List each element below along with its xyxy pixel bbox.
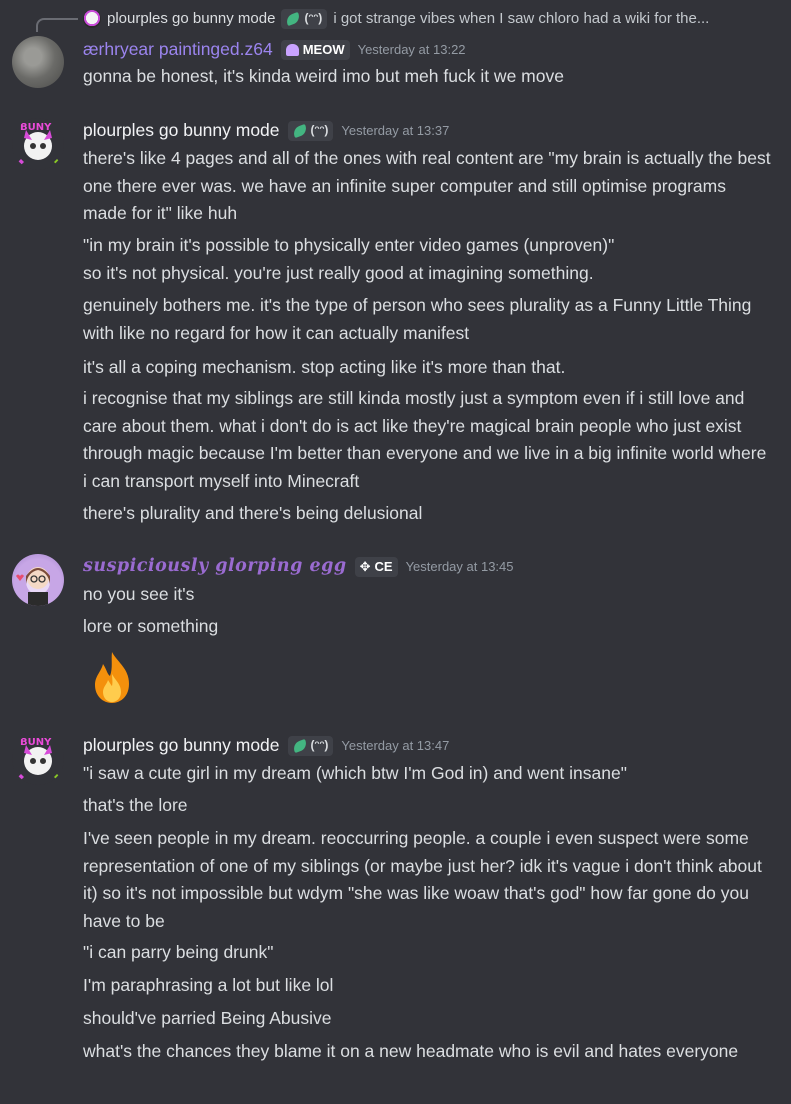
bunny-icon: (ᵔᵔ) [304, 11, 323, 26]
server-tag-label: MEOW [302, 42, 345, 58]
heart-icon [285, 44, 299, 56]
leaf-icon [285, 11, 302, 27]
message-text: that's the lore [83, 795, 188, 815]
message-text: gonna be honest, it's kinda weird imo bu… [83, 66, 564, 86]
reply-reference[interactable]: plourples go bunny mode (ᵔᵔ) i got stran… [83, 8, 709, 30]
author-name[interactable]: ærhryear paintinged.z64 [83, 36, 273, 64]
timestamp[interactable]: Yesterday at 13:45 [406, 553, 514, 581]
message-text: I've seen people in my dream. reoccurrin… [83, 828, 762, 931]
diamond-icon: ✥ [359, 559, 371, 575]
message-header: suspiciously glorping egg ✥ CE Yesterday … [83, 554, 514, 580]
server-tag[interactable]: ✥ CE [354, 557, 398, 577]
fire-emoji[interactable] [83, 648, 141, 706]
svg-text:BUNY: BUNY [20, 737, 52, 748]
leaf-icon [291, 738, 308, 754]
message-text: it's all a coping mechanism. stop acting… [83, 357, 566, 377]
message-text: i recognise that my siblings are still k… [83, 388, 767, 491]
reply-author[interactable]: plourples go bunny mode [107, 5, 275, 33]
message-text: what's the chances they blame it on a ne… [83, 1041, 739, 1061]
message-text: lore or something [83, 616, 219, 636]
message-header: plourples go bunny mode (ᵔᵔ) Yesterday a… [83, 118, 449, 144]
author-name[interactable]: suspiciously glorping egg [83, 553, 347, 581]
author-name[interactable]: plourples go bunny mode [83, 732, 280, 760]
reply-connector [36, 18, 78, 32]
leaf-icon [291, 123, 308, 139]
reply-preview-text[interactable]: i got strange vibes when I saw chloro ha… [333, 5, 709, 33]
role-badge: (ᵔᵔ) [287, 121, 334, 141]
avatar[interactable]: BUNY [12, 733, 64, 785]
avatar[interactable]: BUNY [12, 118, 64, 170]
role-badge: (ᵔᵔ) [287, 736, 334, 756]
svg-text:BUNY: BUNY [20, 122, 52, 133]
timestamp[interactable]: Yesterday at 13:47 [341, 732, 449, 760]
fire-icon [95, 652, 129, 703]
message-header: plourples go bunny mode (ᵔᵔ) Yesterday a… [83, 733, 449, 759]
message-text: I'm paraphrasing a lot but like lol [83, 975, 334, 995]
message-text: "in my brain it's possible to physically… [83, 235, 615, 255]
avatar[interactable] [12, 36, 64, 88]
timestamp[interactable]: Yesterday at 13:37 [341, 117, 449, 145]
timestamp[interactable]: Yesterday at 13:22 [358, 36, 466, 64]
message-text: "i saw a cute girl in my dream (which bt… [83, 763, 627, 783]
message-text: should've parried Being Abusive [83, 1008, 332, 1028]
message-text: so it's not physical. you're just really… [83, 263, 594, 283]
egg-avatar-icon [16, 567, 50, 606]
message-text: genuinely bothers me. it's the type of p… [83, 295, 752, 343]
author-name[interactable]: plourples go bunny mode [83, 117, 280, 145]
message-text: no you see it's [83, 584, 195, 604]
bunny-avatar-icon: BUNY [18, 737, 60, 780]
role-badge: (ᵔᵔ) [281, 9, 328, 29]
bunny-icon: (ᵔᵔ) [310, 738, 329, 753]
server-tag[interactable]: MEOW [280, 40, 350, 60]
message-header: ærhryear paintinged.z64 MEOW Yesterday a… [83, 37, 466, 63]
message-text: there's like 4 pages and all of the ones… [83, 148, 771, 223]
bunny-icon: (ᵔᵔ) [310, 123, 329, 138]
bunny-avatar-icon: BUNY [18, 122, 60, 165]
reply-avatar [83, 10, 101, 28]
message-text: there's plurality and there's being delu… [83, 503, 423, 523]
message-text: "i can parry being drunk" [83, 942, 274, 962]
server-tag-label: CE [374, 559, 393, 575]
avatar[interactable] [12, 554, 64, 606]
